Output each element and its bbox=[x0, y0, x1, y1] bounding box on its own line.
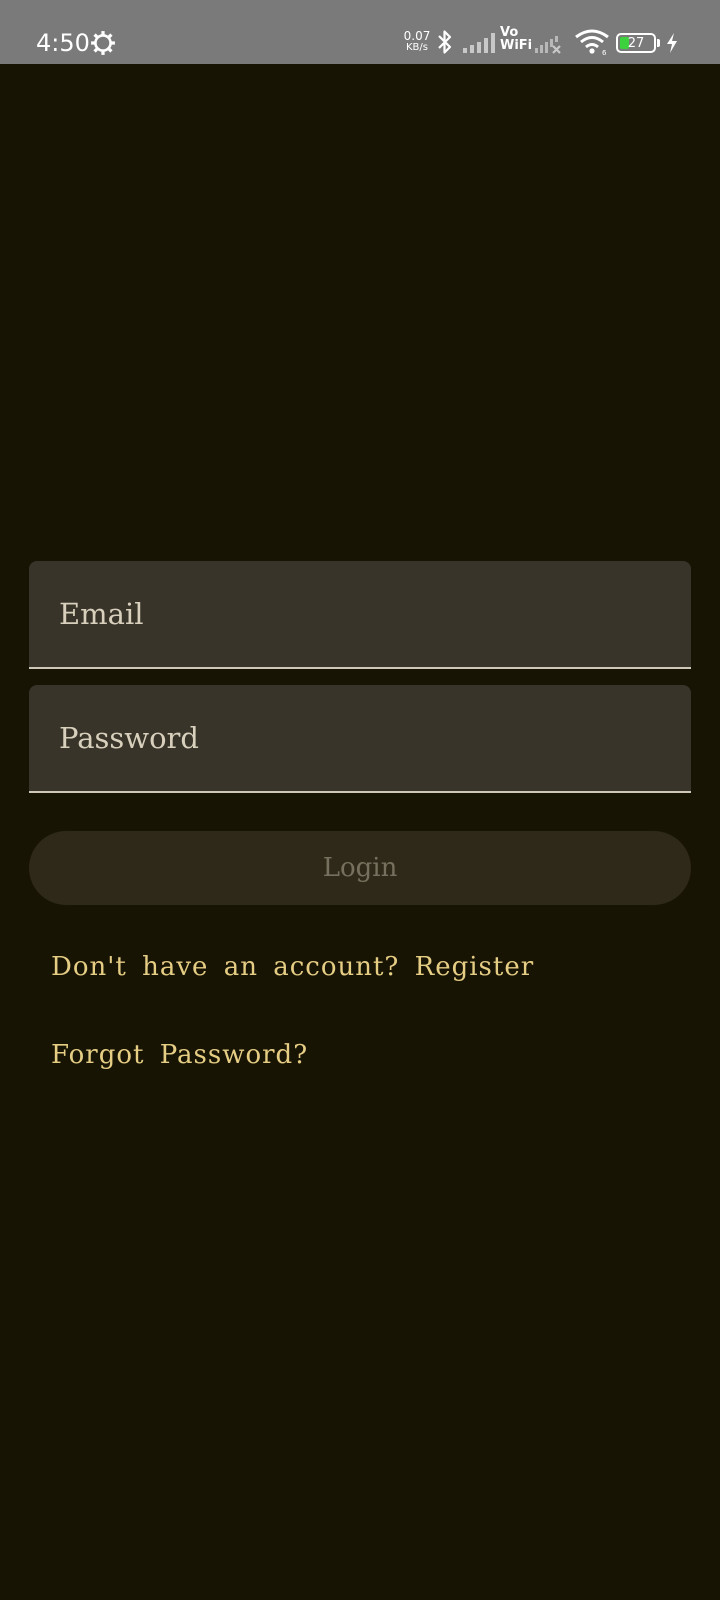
forgot-password-link[interactable]: Forgot Password? bbox=[51, 1040, 308, 1070]
vowifi-bottom-label: WiFi bbox=[500, 38, 533, 53]
battery-level: 27 bbox=[627, 36, 645, 51]
login-button[interactable]: Login bbox=[29, 831, 691, 905]
wifi-icon: 6 bbox=[575, 29, 609, 56]
svg-text:6: 6 bbox=[602, 49, 607, 56]
status-time: 4:50 bbox=[36, 29, 90, 57]
password-field[interactable] bbox=[29, 685, 691, 793]
vowifi-icon: Vo WiFi bbox=[500, 26, 532, 52]
status-bar: 4:50 0.07 KB/s Vo WiFi 6 27 bbox=[0, 0, 720, 64]
battery-tip bbox=[657, 39, 660, 47]
cell-signal-no-service-icon bbox=[535, 36, 561, 54]
network-speed-unit: KB/s bbox=[406, 42, 428, 53]
password-input[interactable] bbox=[29, 685, 691, 791]
bluetooth-icon bbox=[438, 30, 452, 54]
settings-gear-icon bbox=[91, 31, 115, 55]
network-speed-value: 0.07 bbox=[403, 29, 431, 43]
email-input[interactable] bbox=[29, 561, 691, 667]
charging-bolt-icon bbox=[667, 33, 677, 53]
network-speed: 0.07 KB/s bbox=[400, 30, 434, 54]
cell-signal-icon bbox=[463, 33, 495, 53]
battery-icon: 27 bbox=[616, 33, 656, 53]
register-link[interactable]: Don't have an account? Register bbox=[51, 952, 534, 982]
email-field[interactable] bbox=[29, 561, 691, 669]
